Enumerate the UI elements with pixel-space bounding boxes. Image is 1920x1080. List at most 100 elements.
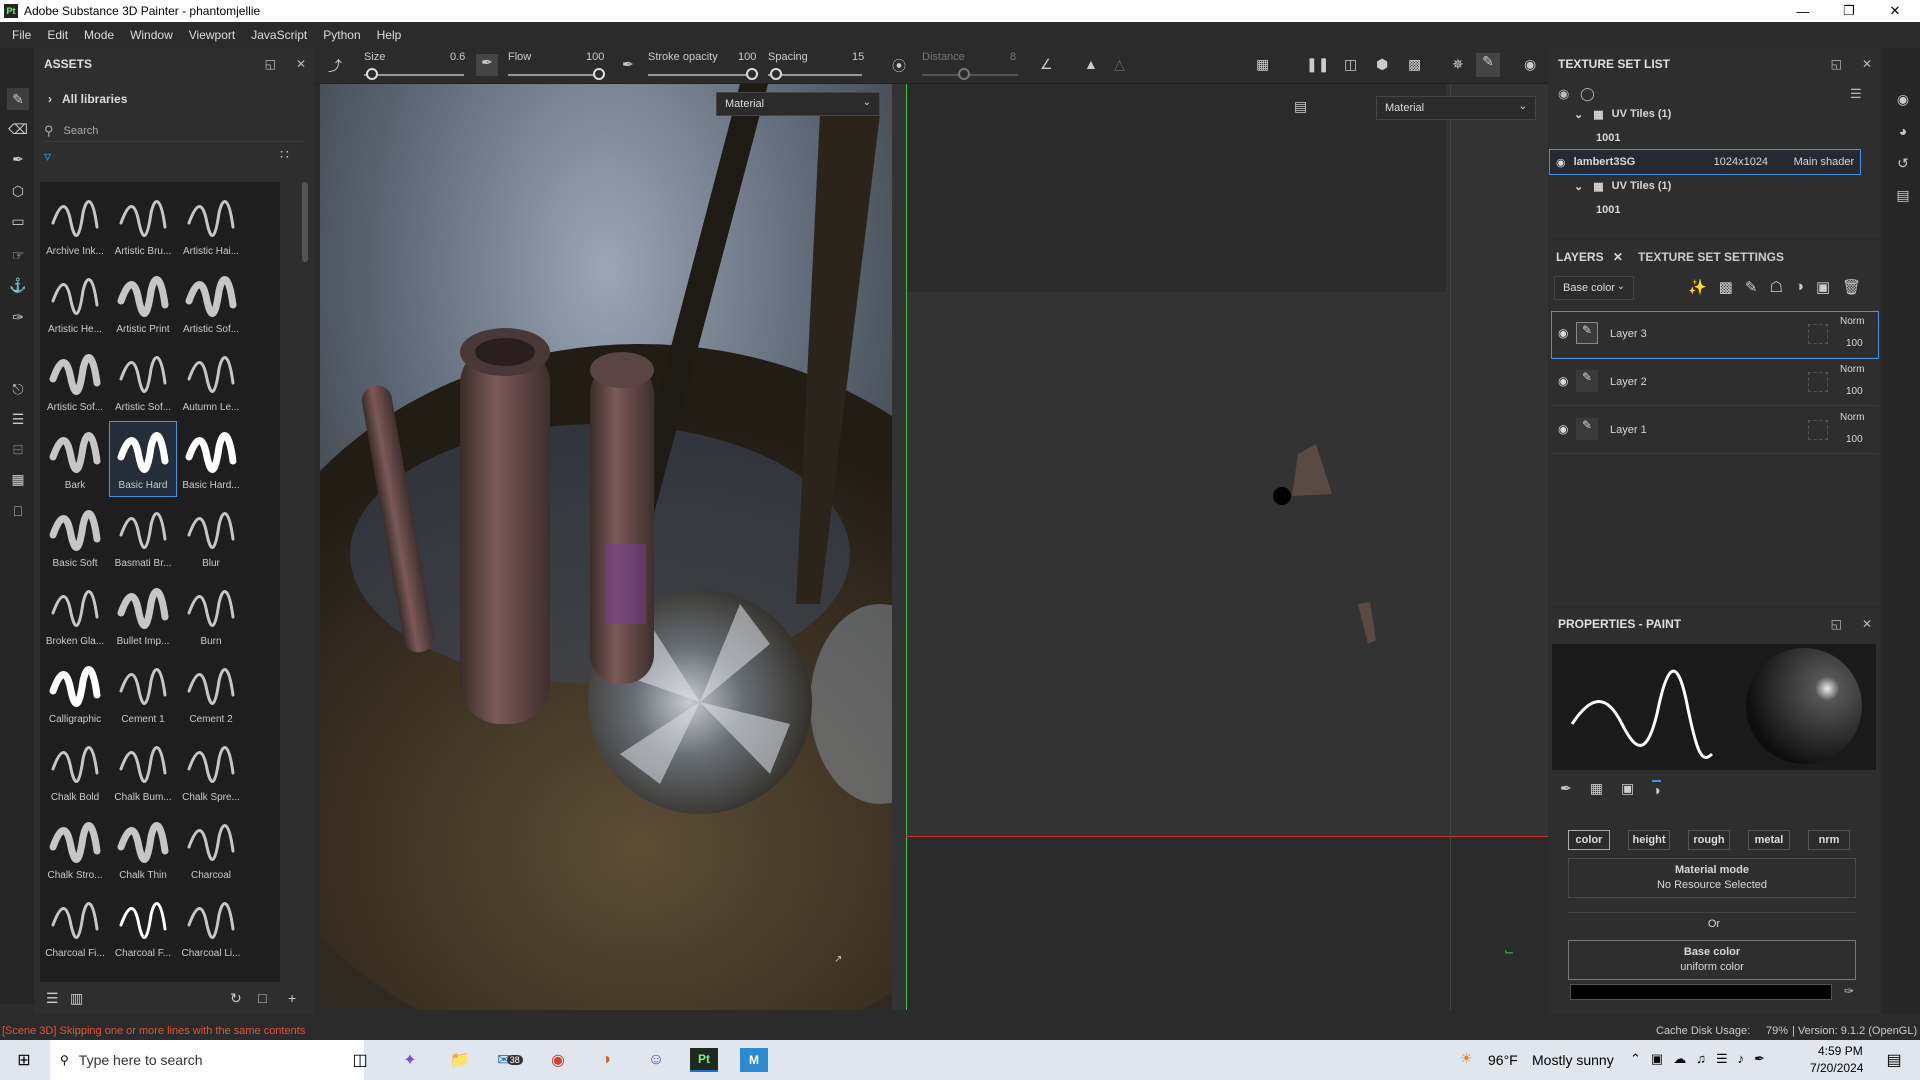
weather-icon[interactable]: ☀ [1460,1050,1473,1067]
viewport-2d[interactable]: ▤ Material ⌄ ⌙ [892,84,1548,1010]
undock-icon[interactable]: ◱ [265,57,276,71]
layer-row[interactable]: ◉ ✎ Layer 2 Norm 100 [1552,360,1878,406]
notification-icon[interactable]: ▤ [1880,1048,1908,1072]
stroke-opacity-knob[interactable] [746,68,758,80]
undock-icon[interactable]: ◱ [1831,617,1842,631]
mask-slot[interactable] [1808,324,1828,344]
flow-knob[interactable] [593,68,605,80]
add-effect-icon[interactable]: ✨ [1688,278,1707,296]
viewport-3d[interactable]: Material ⌄ ↗ [320,84,892,1010]
menu-file[interactable]: File [4,28,39,42]
viewport-3d-mode-dropdown[interactable]: Material ⌄ [716,92,880,116]
blend-mode[interactable]: Norm [1840,316,1864,327]
size-slider[interactable] [364,74,464,76]
eye-icon[interactable]: ◉ [1558,326,1568,340]
asset-tile[interactable]: Bark [42,422,108,496]
add-mask-icon[interactable]: ▩ [1719,278,1733,296]
clock-date[interactable]: 7/20/2024 [1810,1061,1863,1075]
eye-icon[interactable]: ◉ [1556,156,1566,169]
render-icon[interactable]: ✵ [1452,56,1464,73]
channel-nrm[interactable]: nrm [1808,830,1850,850]
mirror-icon[interactable]: ▲ [1084,56,1098,72]
undock-icon[interactable]: ◱ [1831,57,1842,71]
layer-name[interactable]: Layer 3 [1610,328,1647,340]
menu-viewport[interactable]: Viewport [181,28,243,42]
blend-mode[interactable]: Norm [1840,412,1864,423]
layer-opacity[interactable]: 100 [1846,386,1863,397]
uv-tile-1001[interactable]: 1001 [1548,126,1880,150]
spacing-slider[interactable] [768,74,862,76]
channel-height[interactable]: height [1628,830,1670,850]
asset-tile[interactable]: Chalk Stro... [42,812,108,886]
symmetry-icon[interactable]: ⤴ [328,56,342,76]
lazy-mouse-icon[interactable]: ⦿ [892,56,906,76]
weather-text[interactable]: Mostly sunny [1532,1052,1614,1068]
uv-tiles-group-2[interactable]: ⌄ ▦ UV Tiles (1) [1548,174,1880,198]
camera-icon[interactable]: ▩ [1408,56,1421,73]
pen-icon[interactable]: ✒ [1754,1051,1765,1067]
volume-icon[interactable]: ♪ [1738,1051,1745,1067]
discord-icon[interactable]: ☺ [642,1048,670,1072]
asset-tile[interactable]: Artistic Sof... [42,344,108,418]
flow-value[interactable]: 100 [586,51,604,63]
asset-tile[interactable]: Basmati Br... [110,500,176,574]
asset-tile[interactable]: Chalk Thin [110,812,176,886]
grid-view-icon[interactable]: ∷ [280,146,289,163]
mirror-off-icon[interactable]: △ [1114,56,1125,73]
transform-tool-icon[interactable]: ☰ [7,408,29,430]
menu-icon[interactable]: ☰ [1850,86,1862,102]
asset-tile[interactable]: Basic Hard [109,421,177,497]
history-icon[interactable]: ↺ [1892,152,1914,174]
smudge-tool-icon[interactable]: ☞ [7,244,29,266]
layer-name[interactable]: Layer 2 [1610,376,1647,388]
alpha-tab-icon[interactable]: ▦ [1590,780,1603,798]
delete-icon[interactable]: 🗑 [1842,278,1861,296]
layer-name[interactable]: Layer 1 [1610,424,1647,436]
firefox-icon[interactable]: ◑ [592,1048,620,1072]
asset-tile[interactable]: Bullet Imp... [110,578,176,652]
asset-tile[interactable]: Basic Hard... [178,422,244,496]
tab-texture-set-settings[interactable]: TEXTURE SET SETTINGS [1638,250,1784,264]
asset-tile[interactable]: Artistic He... [42,266,108,340]
brush-tab-icon[interactable]: ✒ [1560,780,1572,798]
taskbar-search-input[interactable]: Type here to search [79,1052,203,1068]
weather-temp[interactable]: 96°F [1488,1052,1518,1068]
asset-tile[interactable]: Cement 2 [178,656,244,730]
asset-tile[interactable]: Charcoal Li... [178,890,244,964]
network-icon[interactable]: ☰ [1716,1051,1728,1067]
spacing-knob[interactable] [770,68,782,80]
shader-settings-icon[interactable]: ◕ [1892,120,1914,142]
eyedropper-icon[interactable]: ✑ [1844,984,1854,998]
paint-mode-icon[interactable]: ✎ [1476,53,1500,77]
close-panel-icon[interactable]: ✕ [1862,57,1872,71]
base-color-slot[interactable]: Base color uniform color [1568,940,1856,980]
screen-icon[interactable]: ▦ [1256,56,1269,73]
texture-set-lambert3SG[interactable]: ◉ lambert3SG 1024x1024 Main shader [1549,149,1861,175]
uv-tile-1001-b[interactable]: 1001 [1548,198,1880,222]
asset-tile[interactable]: Basic Soft [42,500,108,574]
uv-tiles-group-1[interactable]: ⌄ ▦ UV Tiles (1) [1548,102,1880,126]
channel-dropdown[interactable]: Base color ⌄ [1554,276,1634,300]
asset-tile[interactable]: Charcoal F... [110,890,176,964]
chrome-icon[interactable]: ◉ [544,1048,572,1072]
library-view-icon[interactable]: ▥ [70,990,83,1007]
paint-brush-tool-icon[interactable]: ✎ [7,88,29,110]
menu-javascript[interactable]: JavaScript [243,28,315,42]
library-breadcrumb[interactable]: › All libraries [48,92,127,106]
tray-app-icon[interactable]: ▣ [1651,1051,1663,1067]
new-folder-icon[interactable]: □ [258,990,266,1006]
close-panel-icon[interactable]: ✕ [296,57,306,71]
add-asset-icon[interactable]: + [288,990,296,1006]
tab-layers[interactable]: LAYERS ✕ [1556,250,1623,264]
channel-rough[interactable]: rough [1688,830,1730,850]
distance-slider[interactable] [922,74,1018,76]
eraser-tool-icon[interactable]: ⌫ [7,118,29,140]
asset-tile[interactable]: Blur [178,500,244,574]
asset-tile[interactable]: Artistic Print [110,266,176,340]
add-folder-icon[interactable]: ▣ [1816,278,1830,296]
pressure-size-icon[interactable]: ✒ [476,54,498,76]
channel-metal[interactable]: metal [1748,830,1790,850]
distance-knob[interactable] [958,68,970,80]
tray-cloud-icon[interactable]: ☁ [1673,1051,1686,1067]
asset-tile[interactable]: Chalk Bold [42,734,108,808]
